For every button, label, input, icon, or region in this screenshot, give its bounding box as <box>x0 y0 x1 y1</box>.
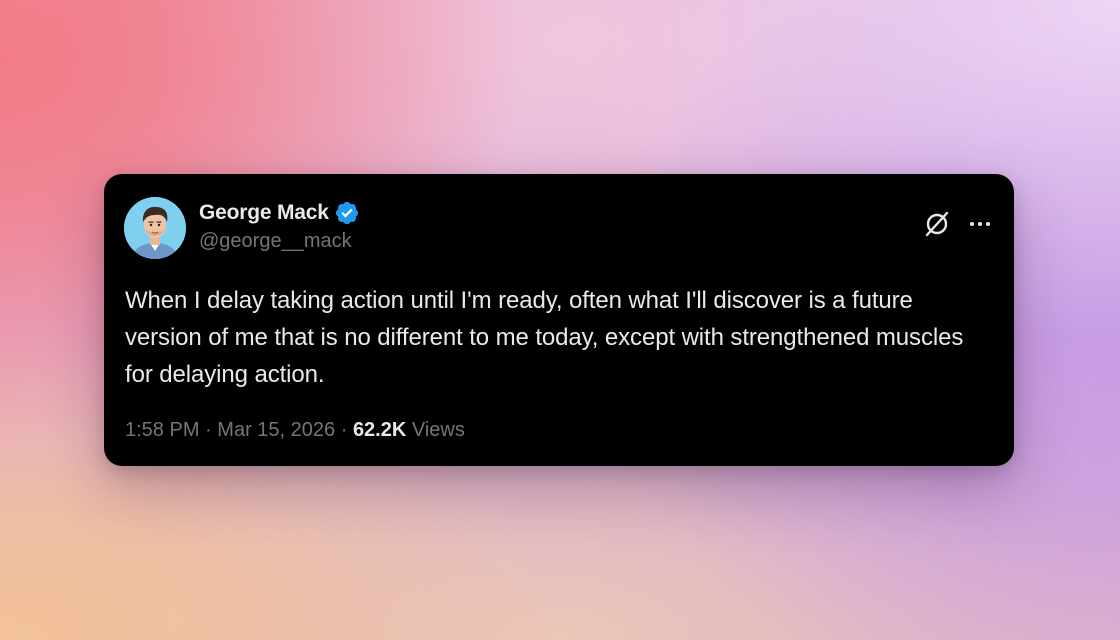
tweet-text: When I delay taking action until I'm rea… <box>125 287 964 388</box>
avatar[interactable] <box>124 197 186 259</box>
tweet-card: George Mack @george__mack When I delay t… <box>104 174 1014 466</box>
author-name-row: George Mack <box>199 200 360 226</box>
tweet-metadata: 1:58 PM · Mar 15, 2026 · 62.2K Views <box>125 419 465 442</box>
x-logo-icon[interactable] <box>922 209 952 239</box>
author-handle[interactable]: @george__mack <box>199 230 352 253</box>
tweet-date[interactable]: Mar 15, 2026 <box>217 419 335 441</box>
avatar-image <box>124 197 186 259</box>
author-display-name[interactable]: George Mack <box>199 201 329 225</box>
tweet-time[interactable]: 1:58 PM <box>125 419 199 441</box>
meta-separator: · <box>205 419 212 441</box>
more-options-icon[interactable] <box>966 210 994 238</box>
verified-badge-icon <box>334 200 360 226</box>
views-count[interactable]: 62.2K <box>353 419 406 441</box>
meta-separator: · <box>340 419 348 441</box>
views-label: Views <box>411 419 465 441</box>
